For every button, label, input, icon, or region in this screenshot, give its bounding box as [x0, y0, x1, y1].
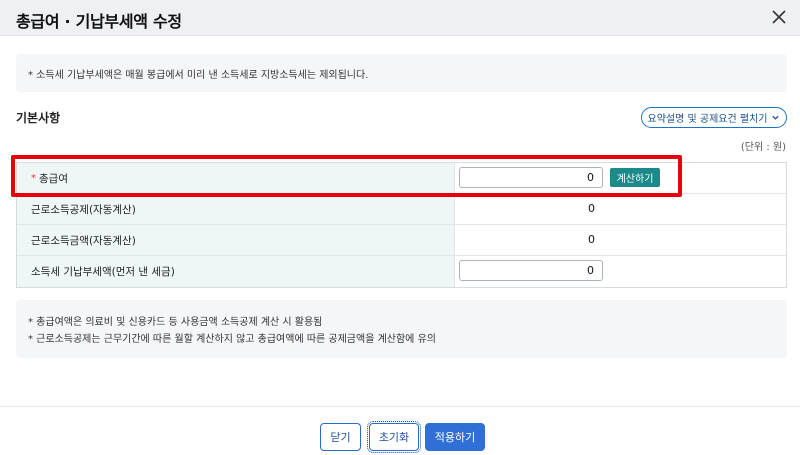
apply-button[interactable]: 적용하기 [425, 423, 485, 451]
prepaid-tax-value-cell [455, 256, 786, 287]
basic-info-table: * 총급여 계산하기 근로소득공제(자동계산) 0 근로소득금액(자동계산) 0… [16, 162, 787, 288]
unit-label: (단위 : 원) [740, 142, 786, 153]
earned-income-deduction-value: 0 [588, 202, 595, 215]
dialog-footer: 닫기 초기화 적용하기 [0, 406, 800, 455]
notice-box: * 소득세 기납부세액은 매월 봉급에서 미리 낸 소득세로 지방소득세는 제외… [16, 54, 787, 92]
chevron-down-icon [772, 115, 780, 120]
section-title: 기본사항 [16, 111, 61, 125]
required-mark: * [31, 172, 36, 184]
table-row-earned-income-amount: 근로소득금액(자동계산) 0 [17, 225, 786, 256]
dialog-title: 총급여 · 기납부세액 수정 [16, 12, 182, 31]
total-salary-value-cell: 계산하기 [455, 163, 786, 193]
summary-toggle-label: 요약설명 및 공제요건 펼치기 [647, 114, 768, 125]
notice-text: * 소득세 기납부세액은 매월 봉급에서 미리 낸 소득세로 지방소득세는 제외… [28, 70, 369, 81]
table-row-prepaid-tax: 소득세 기납부세액(먼저 낸 세금) [17, 256, 786, 287]
table-row-total-salary: * 총급여 계산하기 [17, 163, 786, 194]
calculate-button[interactable]: 계산하기 [610, 168, 660, 187]
earned-income-amount-label: 근로소득금액(자동계산) [17, 225, 455, 255]
summary-toggle-button[interactable]: 요약설명 및 공제요건 펼치기 [641, 107, 787, 128]
close-button[interactable]: 닫기 [320, 423, 361, 451]
earned-income-deduction-label: 근로소득공제(자동계산) [17, 194, 455, 224]
table-row-earned-income-deduction: 근로소득공제(자동계산) 0 [17, 194, 786, 225]
prepaid-tax-input[interactable] [459, 260, 603, 281]
reset-button[interactable]: 초기화 [367, 421, 421, 453]
earned-income-amount-value-cell: 0 [455, 225, 786, 255]
notes-box: * 총급여액은 의료비 및 신용카드 등 사용금액 소득공제 계산 시 활용됨 … [16, 300, 787, 358]
earned-income-amount-value: 0 [588, 233, 595, 246]
prepaid-tax-label: 소득세 기납부세액(먼저 낸 세금) [17, 256, 455, 287]
total-salary-label: 총급여 [39, 172, 68, 185]
earned-income-deduction-value-cell: 0 [455, 194, 786, 224]
note-item: * 총급여액은 의료비 및 신용카드 등 사용금액 소득공제 계산 시 활용됨 [28, 317, 323, 328]
dialog-header: 총급여 · 기납부세액 수정 [0, 0, 800, 36]
note-item: * 근로소득공제는 근무기간에 따른 월할 계산하지 않고 총급여액에 따른 공… [28, 334, 436, 345]
total-salary-input[interactable] [459, 167, 603, 188]
close-icon[interactable] [768, 6, 790, 28]
total-salary-label-cell: * 총급여 [17, 163, 455, 193]
